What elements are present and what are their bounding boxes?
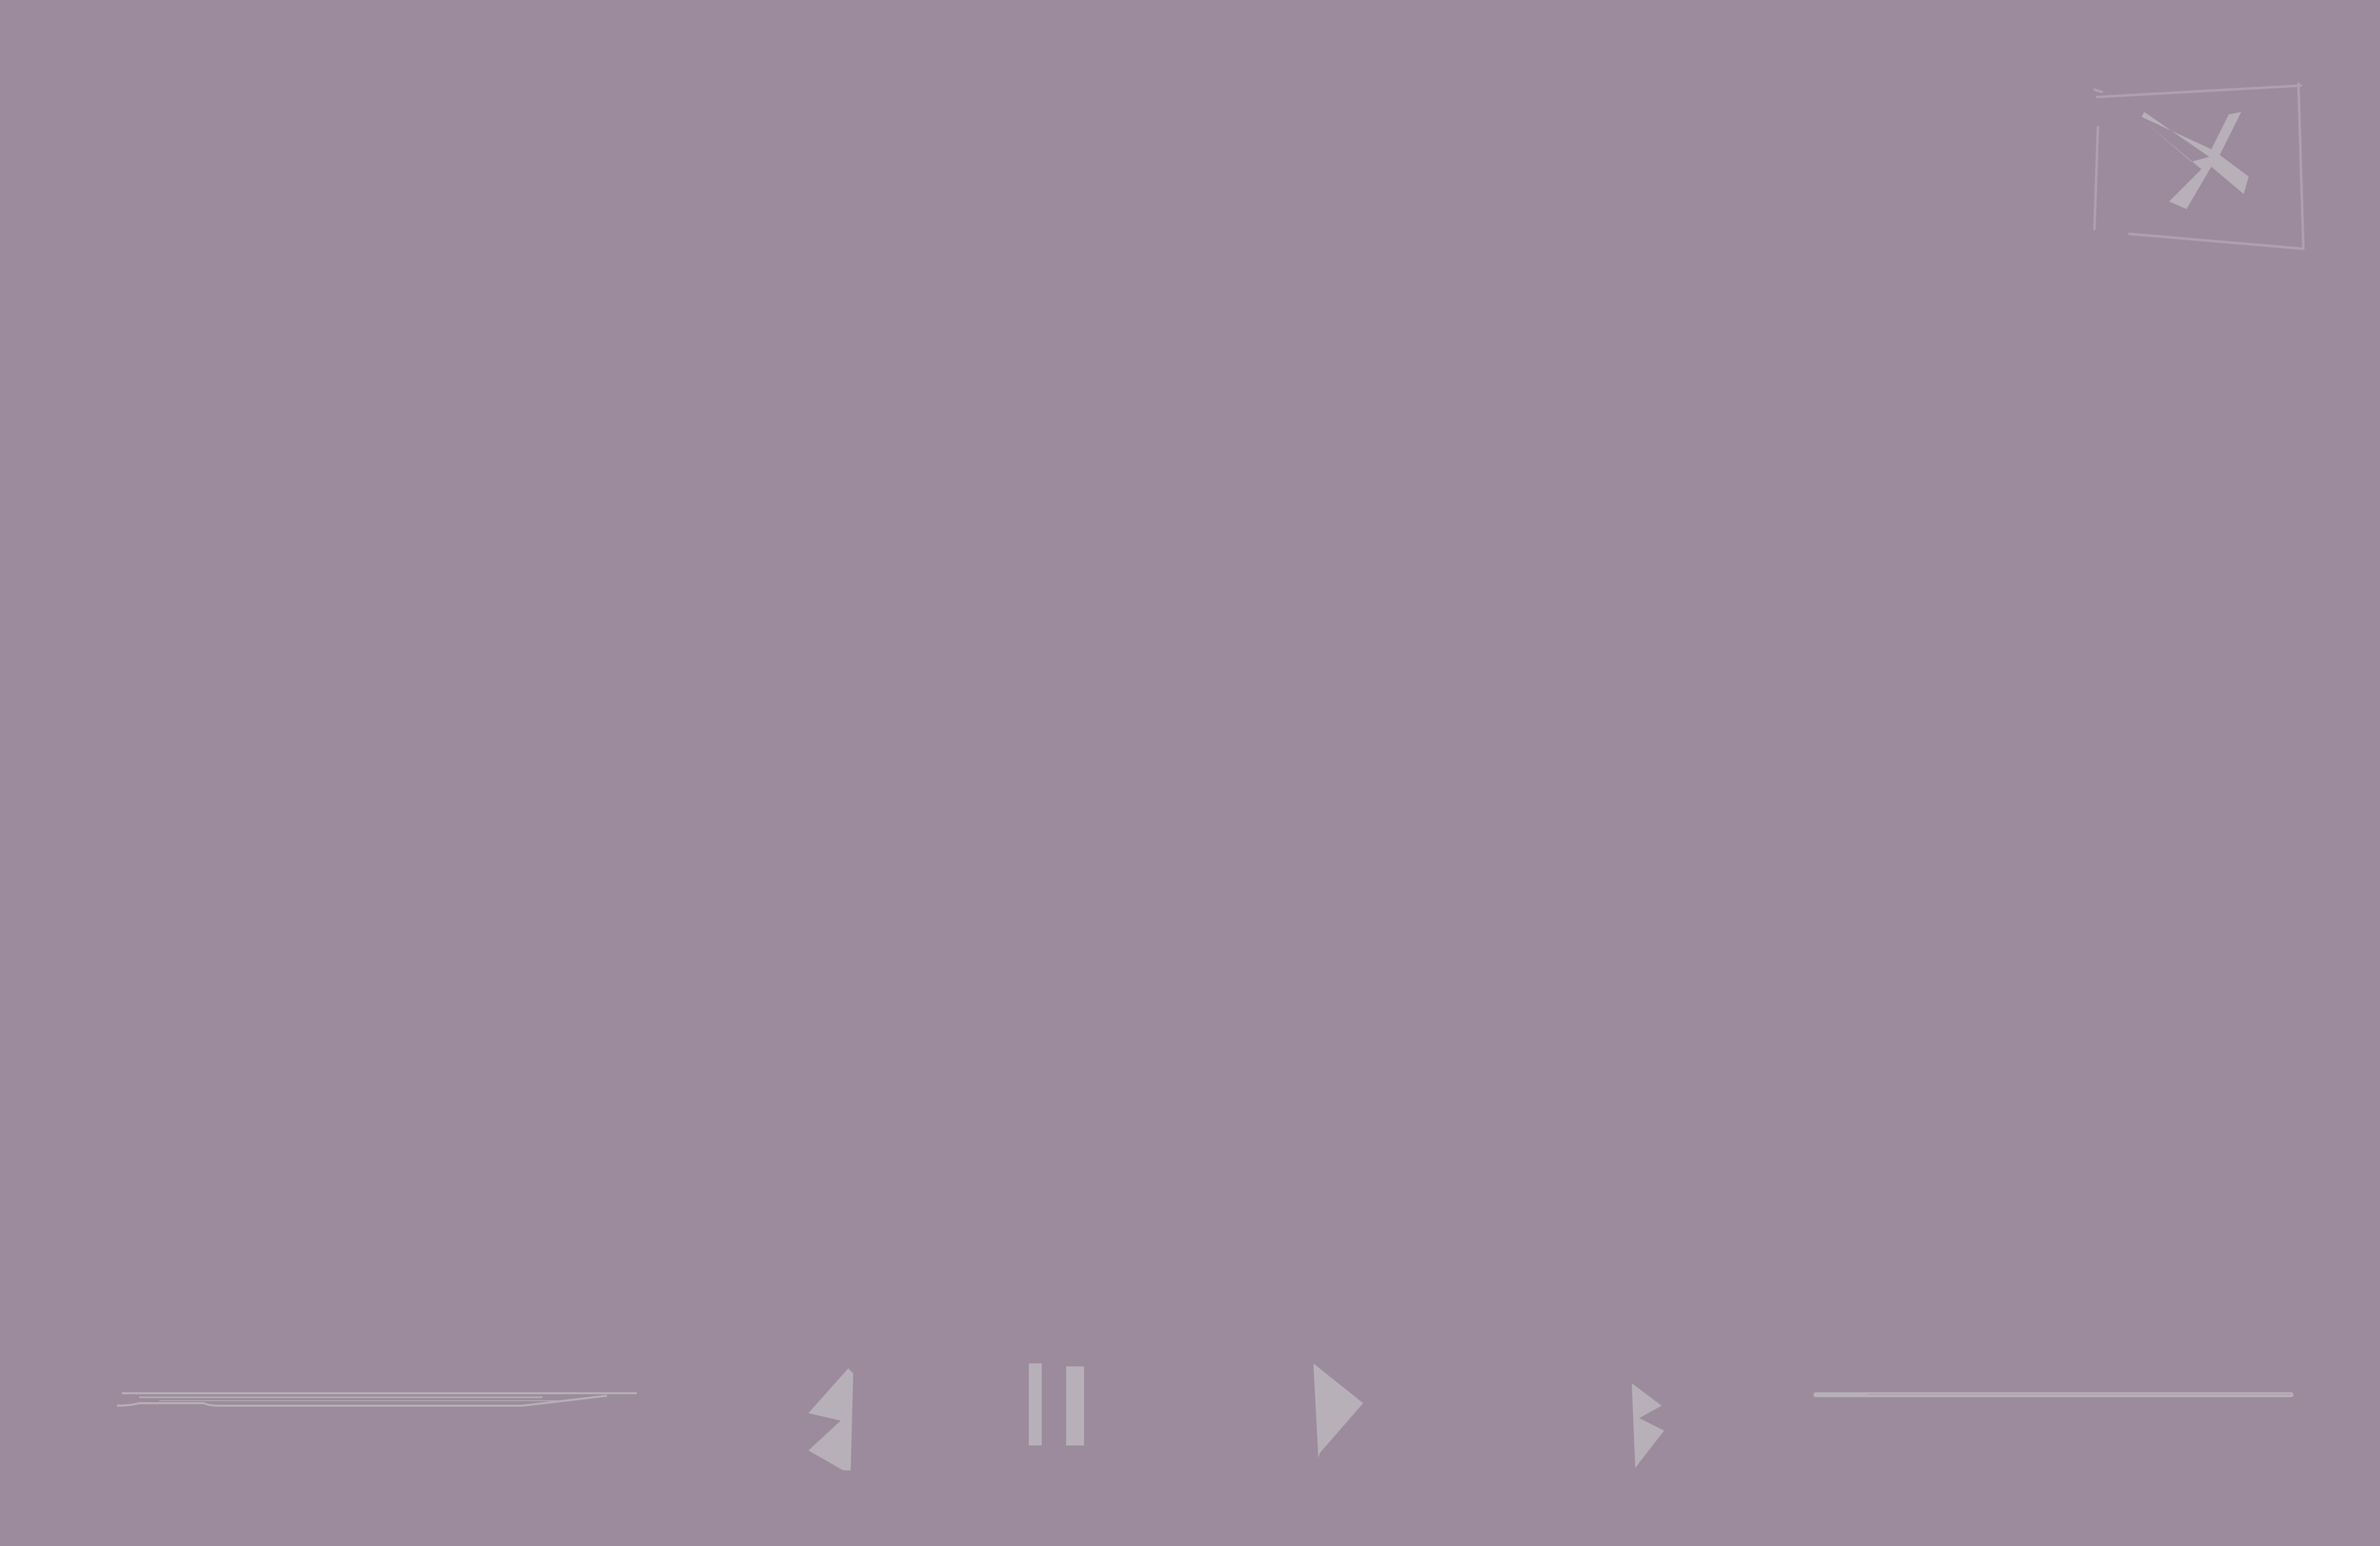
- progress-bar-track: [116, 1392, 637, 1407]
- pause-icon: [1029, 1363, 1084, 1445]
- volume-bar[interactable]: [1813, 1381, 2301, 1411]
- next-icon: [1632, 1383, 1664, 1468]
- pause-button[interactable]: [1022, 1358, 1092, 1450]
- player-overlay: [0, 0, 2380, 1546]
- play-button[interactable]: [1306, 1358, 1371, 1460]
- close-button[interactable]: [2092, 80, 2316, 251]
- volume-bar-track: [1813, 1392, 2293, 1397]
- progress-bar[interactable]: [109, 1383, 642, 1413]
- previous-icon: [808, 1368, 853, 1470]
- previous-button[interactable]: [806, 1361, 863, 1475]
- next-button[interactable]: [1627, 1378, 1677, 1473]
- play-icon: [1313, 1363, 1363, 1458]
- close-icon: [2093, 82, 2305, 250]
